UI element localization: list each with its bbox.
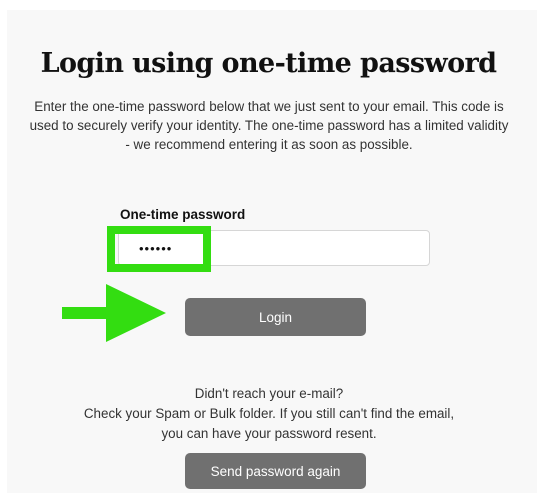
help-text: Didn't reach your e-mail? Check your Spa…	[28, 384, 510, 444]
right-arrow-icon	[62, 284, 166, 342]
page-description: Enter the one-time password below that w…	[29, 99, 509, 152]
help-line-1: Didn't reach your e-mail?	[194, 386, 344, 401]
page-title: Login using one-time password	[40, 48, 497, 79]
help-line-3: you can have your password resent.	[161, 426, 377, 441]
otp-input[interactable]	[118, 230, 430, 266]
help-line-2: Check your Spam or Bulk folder. If you s…	[83, 406, 455, 421]
login-button[interactable]: Login	[185, 298, 366, 336]
otp-label: One-time password	[120, 207, 246, 222]
send-password-again-button[interactable]: Send password again	[185, 453, 366, 489]
